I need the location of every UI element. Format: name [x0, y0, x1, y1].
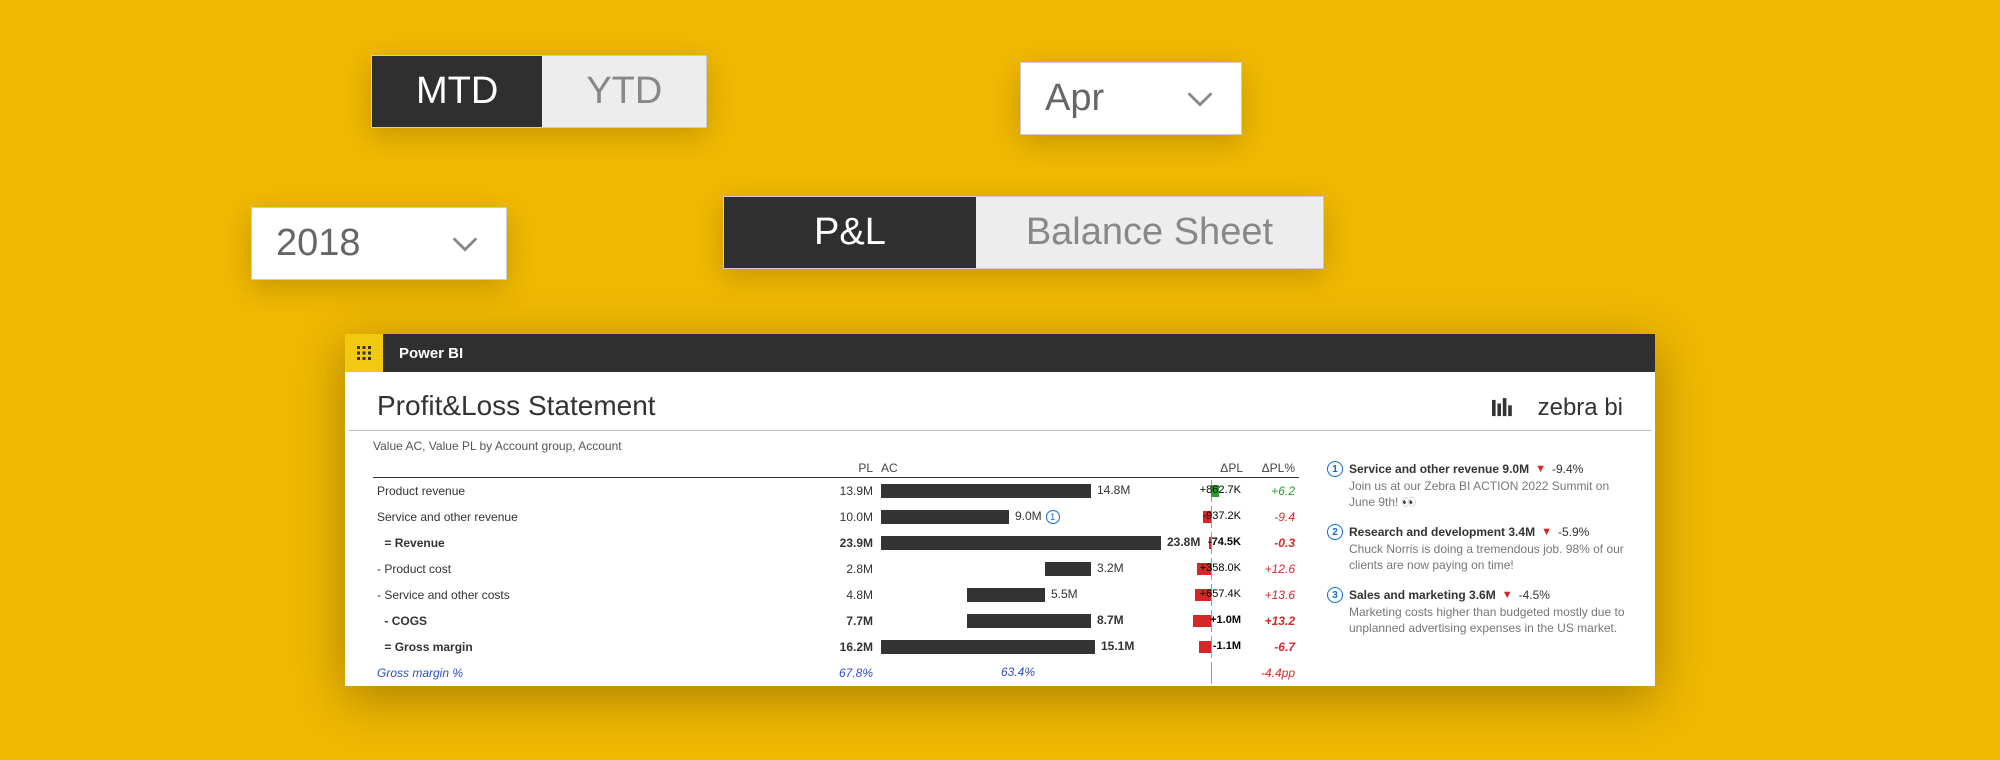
table-row[interactable]: = Gross margin16.2M15.1M-1.1M-6.7 — [373, 634, 1299, 660]
app-name: Power BI — [383, 345, 463, 362]
ac-bar-cell: 8.7M — [877, 608, 1167, 634]
pl-cell: 67.8% — [543, 660, 877, 686]
ac-bar-cell: 63.4% — [877, 660, 1167, 686]
sheet-balance-option[interactable]: Balance Sheet — [976, 197, 1323, 268]
ac-bar-cell: 5.5M — [877, 582, 1167, 608]
comment-item[interactable]: 2 Research and development 3.4M ▼ -5.9% Chuc… — [1327, 524, 1627, 573]
delta-pct-cell: -9.4 — [1247, 504, 1299, 530]
table-row[interactable]: = Revenue23.9M23.8M-74.5K-0.3 — [373, 530, 1299, 556]
sheet-pl-option[interactable]: P&L — [724, 197, 976, 268]
account-cell: = Revenue — [373, 530, 543, 556]
page-header: Profit&Loss Statement zebra bi — [349, 372, 1651, 431]
trend-down-icon: ▼ — [1541, 526, 1552, 538]
comment-title: Service and other revenue 9.0M — [1349, 462, 1529, 476]
account-cell: Product revenue — [373, 478, 543, 505]
col-dpl: ΔPL — [1167, 459, 1247, 478]
period-toggle: MTD YTD — [371, 55, 707, 128]
comment-pct: -9.4% — [1552, 462, 1583, 476]
pl-cell: 13.9M — [543, 478, 877, 505]
trend-down-icon: ▼ — [1502, 589, 1513, 601]
pl-cell: 4.8M — [543, 582, 877, 608]
page-title: Profit&Loss Statement — [377, 390, 656, 422]
comment-number-icon: 1 — [1327, 461, 1343, 477]
comment-body: Marketing costs higher than budgeted mos… — [1327, 605, 1627, 636]
delta-cell — [1167, 660, 1247, 686]
account-cell: = Gross margin — [373, 634, 543, 660]
delta-cell: +862.7K — [1167, 478, 1247, 505]
pl-cell: 7.7M — [543, 608, 877, 634]
period-mtd-option[interactable]: MTD — [372, 56, 542, 127]
year-value: 2018 — [276, 222, 361, 265]
comment-pct: -5.9% — [1558, 525, 1589, 539]
trend-down-icon: ▼ — [1535, 463, 1546, 475]
sheet-toggle: P&L Balance Sheet — [723, 196, 1324, 269]
comment-pct: -4.5% — [1519, 588, 1550, 602]
table-row[interactable]: - COGS7.7M8.7M+1.0M+13.2 — [373, 608, 1299, 634]
matrix-visual[interactable]: Value AC, Value PL by Account group, Acc… — [373, 439, 1299, 686]
delta-pct-cell: +13.2 — [1247, 608, 1299, 634]
delta-cell: -74.5K — [1167, 530, 1247, 556]
app-launcher-icon[interactable] — [345, 334, 383, 372]
comment-item[interactable]: 3 Sales and marketing 3.6M ▼ -4.5% Marketing… — [1327, 587, 1627, 636]
col-pl: PL — [543, 459, 877, 478]
table-row[interactable]: Service and other revenue10.0M9.0M1-937.… — [373, 504, 1299, 530]
delta-cell: -1.1M — [1167, 634, 1247, 660]
brand-text: zebra bi — [1538, 394, 1623, 422]
account-cell: - Product cost — [373, 556, 543, 582]
comment-body: Join us at our Zebra BI ACTION 2022 Summ… — [1327, 479, 1627, 510]
comment-number-icon: 3 — [1327, 587, 1343, 603]
ac-bar-cell: 9.0M1 — [877, 504, 1167, 530]
chevron-down-icon — [1183, 82, 1217, 116]
annotation-marker[interactable]: 1 — [1046, 510, 1060, 524]
month-dropdown[interactable]: Apr — [1020, 62, 1242, 135]
report-window: Power BI Profit&Loss Statement zebra bi … — [345, 334, 1655, 686]
ac-bar-cell: 14.8M — [877, 478, 1167, 505]
pl-cell: 16.2M — [543, 634, 877, 660]
delta-cell: +358.0K — [1167, 556, 1247, 582]
delta-cell: -937.2K — [1167, 504, 1247, 530]
titlebar: Power BI — [345, 334, 1655, 372]
comment-title: Research and development 3.4M — [1349, 525, 1535, 539]
table-row[interactable]: - Product cost2.8M3.2M+358.0K+12.6 — [373, 556, 1299, 582]
table-row[interactable]: Gross margin %67.8%63.4% -4.4pp — [373, 660, 1299, 686]
period-ytd-option[interactable]: YTD — [542, 56, 706, 127]
visual-subtitle: Value AC, Value PL by Account group, Acc… — [373, 439, 1299, 453]
comment-body: Chuck Norris is doing a tremendous job. … — [1327, 542, 1627, 573]
col-ac: AC — [877, 459, 1167, 478]
comments-panel: 1 Service and other revenue 9.0M ▼ -9.4% Joi… — [1327, 439, 1627, 686]
delta-pct-cell: -4.4pp — [1247, 660, 1299, 686]
delta-pct-cell: +13.6 — [1247, 582, 1299, 608]
ac-bar-cell: 15.1M — [877, 634, 1167, 660]
year-dropdown[interactable]: 2018 — [251, 207, 507, 280]
comment-item[interactable]: 1 Service and other revenue 9.0M ▼ -9.4% Joi… — [1327, 461, 1627, 510]
comment-number-icon: 2 — [1327, 524, 1343, 540]
pl-cell: 10.0M — [543, 504, 877, 530]
account-cell: - Service and other costs — [373, 582, 543, 608]
delta-pct-cell: -0.3 — [1247, 530, 1299, 556]
ac-bar-cell: 23.8M — [877, 530, 1167, 556]
delta-pct-cell: -6.7 — [1247, 634, 1299, 660]
comment-title: Sales and marketing 3.6M — [1349, 588, 1496, 602]
account-cell: Gross margin % — [373, 660, 543, 686]
month-value: Apr — [1045, 77, 1104, 120]
delta-cell: +657.4K — [1167, 582, 1247, 608]
delta-pct-cell: +6.2 — [1247, 478, 1299, 505]
table-row[interactable]: - Service and other costs4.8M5.5M+657.4K… — [373, 582, 1299, 608]
delta-cell: +1.0M — [1167, 608, 1247, 634]
brand-logo: zebra bi — [1492, 394, 1623, 422]
chevron-down-icon — [448, 227, 482, 261]
ac-bar-cell: 3.2M — [877, 556, 1167, 582]
pl-cell: 2.8M — [543, 556, 877, 582]
pl-cell: 23.9M — [543, 530, 877, 556]
col-dplpct: ΔPL% — [1247, 459, 1299, 478]
table-row[interactable]: Product revenue13.9M14.8M+862.7K+6.2 — [373, 478, 1299, 505]
account-cell: Service and other revenue — [373, 504, 543, 530]
account-cell: - COGS — [373, 608, 543, 634]
delta-pct-cell: +12.6 — [1247, 556, 1299, 582]
